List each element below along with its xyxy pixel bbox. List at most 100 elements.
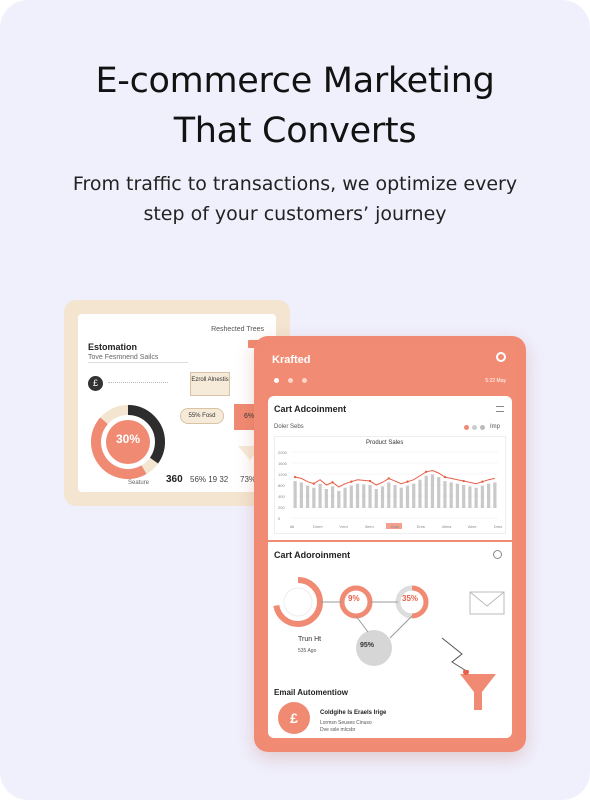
chart-bar [424, 475, 428, 508]
y-tick-label: 1600 [278, 461, 288, 466]
x-tick-label: 40ms [442, 524, 452, 529]
chart-bar [324, 489, 328, 508]
chart-bar [487, 483, 491, 508]
chart-bar [349, 485, 353, 508]
line-point [481, 480, 484, 483]
carousel-dot[interactable] [274, 378, 279, 383]
chart-bar [393, 485, 397, 508]
chart-bar [399, 487, 403, 508]
chart-bar [380, 486, 385, 508]
y-tick-label: 0 [278, 516, 281, 521]
y-tick-label: 200 [278, 505, 285, 510]
chart-bar [480, 485, 484, 508]
legend-dot [464, 425, 469, 430]
side-sub: 535 Ago [298, 648, 317, 654]
menu-icon[interactable] [496, 406, 504, 412]
carousel-dot[interactable] [288, 378, 293, 383]
chart-bar [443, 481, 447, 508]
brand-name: Krafted [272, 354, 311, 366]
chart-bar [412, 483, 416, 508]
email-item-sub: Lormsn Seuses Cinuso [320, 720, 372, 726]
tablet-device: Krafted 5:22 May Cart Adcoinment Doler S… [254, 336, 526, 752]
x-tick-label: Dms [494, 524, 502, 529]
chart-bar [318, 483, 322, 508]
chart-bar [368, 485, 372, 508]
chart-bar [330, 486, 335, 508]
pill-box: 55% Fosd [180, 408, 224, 424]
x-tick-label: Dmm [313, 524, 323, 529]
headline-line-2: That Converts [173, 111, 417, 151]
funnel-panel: Cart Adoroinment 9% 35% 95% Trun Ht 535 … [268, 542, 512, 738]
y-tick-label: 1200 [278, 472, 288, 477]
funnel-graphic [273, 577, 505, 673]
chart-bar [493, 482, 497, 508]
chart-bar [306, 485, 310, 508]
x-tick-label: Vmd [339, 524, 347, 529]
chart-bar [455, 483, 460, 508]
search-icon[interactable] [496, 352, 506, 362]
sales-chart: 2000160012008004002000d6 Dmm Vmd 3mm Gmn Dms 4… [278, 450, 502, 529]
chart-bar [355, 483, 360, 508]
y-tick-label: 400 [278, 494, 285, 499]
section2-title: Cart Adoroinment [274, 550, 351, 560]
carousel-dot[interactable] [302, 378, 307, 383]
filter-right: Imp [490, 424, 501, 430]
line-point [443, 475, 447, 479]
email-title: Email Automentiow [274, 688, 348, 697]
subtitle-line-1: From traffic to transactions, we optimiz… [72, 173, 518, 195]
footer-stats: 56% 19 32 [190, 475, 229, 484]
dotted-line [108, 382, 168, 385]
pound-icon: £ [278, 702, 310, 734]
back-card-subtitle: Tove Fesmnend Sailcs [88, 354, 159, 361]
pct-small: 9% [348, 594, 360, 603]
x-tick-label: Gmn [391, 524, 400, 529]
chart-bar [299, 482, 303, 508]
chart-bar [374, 489, 378, 508]
line-point [312, 482, 316, 485]
back-dashboard-screen: Reshected Trees Estomation Tove Fesmnend… [78, 314, 276, 492]
email-item-sub2: Dve ssle mlcsbr [320, 727, 356, 733]
x-tick-label: d6 [290, 524, 295, 529]
status-text: 5:22 May [485, 378, 506, 384]
x-tick-label: 3mm [365, 524, 375, 529]
divider [88, 362, 188, 363]
line-point [368, 479, 372, 483]
chart-bar [343, 487, 347, 508]
filter-label: Doler Sebs [274, 424, 304, 430]
tablet-screen: Krafted 5:22 May Cart Adcoinment Doler S… [262, 344, 518, 744]
line-point [350, 480, 353, 483]
line-point [462, 479, 465, 483]
corner-label: Reshected Trees [211, 326, 264, 333]
badge-box: Ezroll Alnestis [190, 372, 230, 396]
y-tick-label: 800 [278, 483, 285, 488]
chart-bar [293, 481, 297, 508]
footer-label: Seature [128, 480, 150, 486]
chart-bar [418, 479, 422, 508]
pct-mid: 35% [402, 594, 419, 603]
chart-bar [312, 487, 316, 508]
y-tick-label: 2000 [278, 450, 288, 455]
chart-title: Product Sales [366, 440, 404, 446]
chart-panel: Cart Adcoinment Doler Sebs Imp Product S… [268, 396, 512, 540]
chart-bar [437, 477, 441, 508]
pct-grey: 95% [360, 642, 375, 649]
legend-dot [472, 425, 477, 430]
search-icon[interactable] [493, 550, 502, 559]
line-point [293, 475, 297, 479]
legend-dot [480, 425, 485, 430]
chart-bar [474, 487, 478, 508]
chart-bar [430, 474, 435, 508]
x-tick-label: Dms [417, 524, 425, 529]
back-card-title: Estomation [88, 342, 138, 352]
chart-bar [468, 486, 472, 508]
section1-title: Cart Adcoinment [274, 404, 347, 414]
chart-bar [362, 484, 366, 508]
x-tick-label: Abre [468, 524, 477, 529]
funnel-icon [460, 670, 496, 710]
chart-bar [462, 485, 466, 508]
chart-bar [387, 482, 391, 508]
headline-line-1: E-commerce Marketing [95, 61, 495, 101]
chart-bar [405, 485, 410, 508]
donut-value: 30% [115, 432, 141, 446]
sales-line [295, 469, 495, 488]
